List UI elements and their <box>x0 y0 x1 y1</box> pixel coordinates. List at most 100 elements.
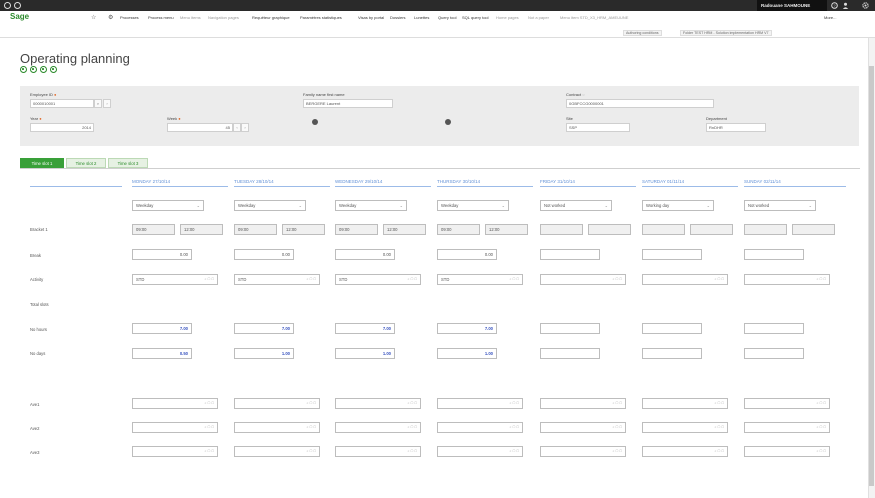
gear-icon[interactable]: ⚙ <box>108 14 113 21</box>
start-time-field[interactable] <box>540 224 583 235</box>
end-time-field[interactable]: 12:00 <box>180 224 223 235</box>
break-field[interactable] <box>744 249 804 260</box>
tab-time-slot-2[interactable]: Time slot 2 <box>66 158 106 168</box>
nav-item[interactable]: Menu items <box>180 15 201 20</box>
settings-icon[interactable] <box>862 2 869 9</box>
ave1-field[interactable]: ⌕ ▢ ▢ <box>437 398 523 409</box>
start-time-field[interactable] <box>744 224 787 235</box>
ave3-field[interactable]: ⌕ ▢ ▢ <box>437 446 523 457</box>
nav-item[interactable]: Processes <box>120 15 139 20</box>
nav-item[interactable]: Navigation pages <box>208 15 239 20</box>
tab-time-slot-1[interactable]: Time slot 1 <box>20 158 64 168</box>
action-icon-4[interactable] <box>50 66 57 73</box>
break-field[interactable]: 0.00 <box>437 249 497 260</box>
ave3-field[interactable]: ⌕ ▢ ▢ <box>335 446 421 457</box>
start-time-field[interactable]: 09:00 <box>437 224 480 235</box>
ave1-field[interactable]: ⌕ ▢ ▢ <box>744 398 830 409</box>
nav-item[interactable]: Dossiers <box>390 15 406 20</box>
ave3-field[interactable]: ⌕ ▢ ▢ <box>642 446 728 457</box>
ave1-field[interactable]: ⌕ ▢ ▢ <box>642 398 728 409</box>
activity-field[interactable]: STD ⌕ ▢ ▢ <box>234 274 320 285</box>
ave2-field[interactable]: ⌕ ▢ ▢ <box>234 422 320 433</box>
year-field[interactable]: 2014 <box>30 123 94 132</box>
week-prev-icon[interactable]: ‹ <box>233 123 241 132</box>
more-menu[interactable]: More... <box>824 15 836 20</box>
action-icon-3[interactable] <box>40 66 47 73</box>
activity-field[interactable]: STD ⌕ ▢ ▢ <box>132 274 218 285</box>
break-field[interactable] <box>540 249 600 260</box>
nav-item[interactable]: SQL query tool <box>462 15 489 20</box>
nav-item[interactable]: Lunettes <box>414 15 429 20</box>
previous-icon[interactable] <box>312 119 318 125</box>
ave1-field[interactable]: ⌕ ▢ ▢ <box>132 398 218 409</box>
sage-logo[interactable]: Sage <box>10 12 29 21</box>
activity-field[interactable]: ⌕ ▢ ▢ <box>642 274 728 285</box>
folder-button[interactable]: Folder TEST HRM - Solution implementatio… <box>680 30 772 36</box>
nav-item[interactable]: Requêteur graphique <box>252 15 290 20</box>
next-icon[interactable] <box>445 119 451 125</box>
ave3-field[interactable]: ⌕ ▢ ▢ <box>744 446 830 457</box>
contract-field[interactable]: 0GBFCCG0000001 <box>566 99 714 108</box>
user-icon[interactable] <box>842 2 849 9</box>
break-field[interactable] <box>642 249 702 260</box>
end-time-field[interactable] <box>690 224 733 235</box>
end-time-field[interactable]: 12:00 <box>282 224 325 235</box>
help-icon[interactable]: ? <box>831 2 838 9</box>
employee-id-field[interactable]: 0000010001 <box>30 99 94 108</box>
user-name[interactable]: Radouane SAHMOUNE <box>757 0 827 11</box>
break-field[interactable]: 0.00 <box>132 249 192 260</box>
employee-zoom-icon[interactable]: › <box>103 99 111 108</box>
end-time-field[interactable]: 12:00 <box>383 224 426 235</box>
day-type-select[interactable]: Working day ⌄ <box>642 200 714 211</box>
ave3-field[interactable]: ⌕ ▢ ▢ <box>132 446 218 457</box>
authoring-conditions-button[interactable]: Authoring conditions <box>623 30 662 36</box>
day-type-select[interactable]: Weekday ⌄ <box>234 200 306 211</box>
tab-time-slot-3[interactable]: Time slot 3 <box>108 158 148 168</box>
ave1-field[interactable]: ⌕ ▢ ▢ <box>234 398 320 409</box>
nav-item[interactable]: Process menu <box>148 15 174 20</box>
ave2-field[interactable]: ⌕ ▢ ▢ <box>642 422 728 433</box>
star-icon[interactable]: ☆ <box>91 14 96 21</box>
break-field[interactable]: 0.00 <box>234 249 294 260</box>
circle-icon[interactable] <box>14 2 21 9</box>
ave2-field[interactable]: ⌕ ▢ ▢ <box>744 422 830 433</box>
circle-icon[interactable] <box>4 2 11 9</box>
nav-item[interactable]: Menu item STD_X3_HRM_AMEUUNE <box>560 15 628 20</box>
start-time-field[interactable]: 09:00 <box>234 224 277 235</box>
end-time-field[interactable] <box>792 224 835 235</box>
start-time-field[interactable]: 09:00 <box>335 224 378 235</box>
ave1-field[interactable]: ⌕ ▢ ▢ <box>335 398 421 409</box>
nav-item[interactable]: Not a paper <box>528 15 549 20</box>
day-type-select[interactable]: Weekday ⌄ <box>335 200 407 211</box>
nav-item[interactable]: Query tool <box>438 15 456 20</box>
ave2-field[interactable]: ⌕ ▢ ▢ <box>132 422 218 433</box>
day-type-select[interactable]: Weekday ⌄ <box>132 200 204 211</box>
start-time-field[interactable] <box>642 224 685 235</box>
scrollbar-thumb[interactable] <box>869 66 874 486</box>
action-icon-1[interactable] <box>20 66 27 73</box>
day-type-select[interactable]: Not worked ⌄ <box>744 200 816 211</box>
activity-field[interactable]: ⌕ ▢ ▢ <box>540 274 626 285</box>
week-next-icon[interactable]: › <box>241 123 249 132</box>
break-field[interactable]: 0.00 <box>335 249 395 260</box>
action-icon-2[interactable] <box>30 66 37 73</box>
activity-field[interactable]: STD ⌕ ▢ ▢ <box>437 274 523 285</box>
ave1-field[interactable]: ⌕ ▢ ▢ <box>540 398 626 409</box>
ave2-field[interactable]: ⌕ ▢ ▢ <box>335 422 421 433</box>
day-type-select[interactable]: Not worked ⌄ <box>540 200 612 211</box>
ave3-field[interactable]: ⌕ ▢ ▢ <box>234 446 320 457</box>
ave2-field[interactable]: ⌕ ▢ ▢ <box>540 422 626 433</box>
ave3-field[interactable]: ⌕ ▢ ▢ <box>540 446 626 457</box>
activity-field[interactable]: STD ⌕ ▢ ▢ <box>335 274 421 285</box>
start-time-field[interactable]: 09:00 <box>132 224 175 235</box>
nav-item[interactable]: Home pages <box>496 15 519 20</box>
end-time-field[interactable]: 12:00 <box>485 224 528 235</box>
nav-item[interactable]: Paramètres statistiques <box>300 15 342 20</box>
day-type-select[interactable]: Weekday ⌄ <box>437 200 509 211</box>
employee-lookup-icon[interactable]: ⌕ <box>94 99 102 108</box>
ave2-field[interactable]: ⌕ ▢ ▢ <box>437 422 523 433</box>
activity-field[interactable]: ⌕ ▢ ▢ <box>744 274 830 285</box>
week-field[interactable]: 45 <box>167 123 233 132</box>
nav-item[interactable]: Visas by portal <box>358 15 384 20</box>
end-time-field[interactable] <box>588 224 631 235</box>
